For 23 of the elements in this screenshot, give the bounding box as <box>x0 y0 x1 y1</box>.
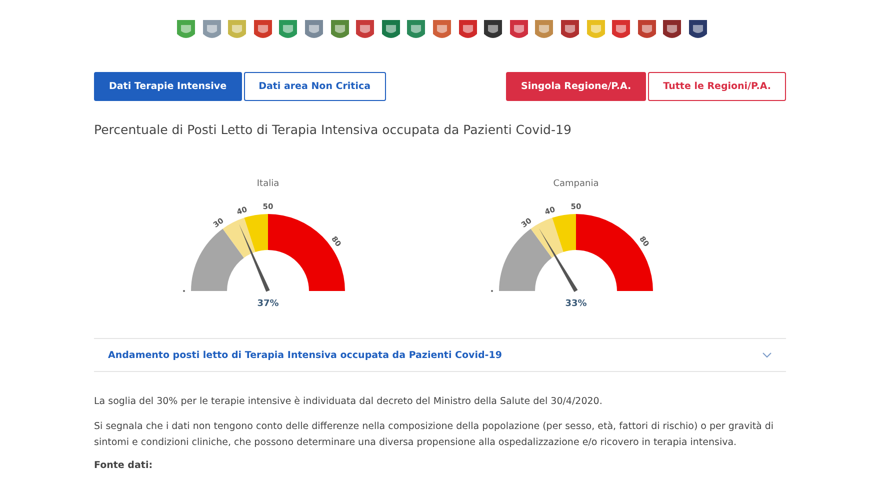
note-paragraph: Si segnala che i dati non tengono conto delle differenze nella composizione della popolazione (per sesso, età, fattori di rischio) o per gravità di sintomi e condizioni cliniche, che possono determinare una diversa propensione alla ospedalizzazione e/o ricovero in terapia intensiva. <box>94 420 775 450</box>
crest-icon[interactable] <box>688 19 708 41</box>
scope-tab[interactable]: Singola Regione/P.A. <box>506 72 646 101</box>
crest-icon[interactable] <box>662 19 682 41</box>
gauge-needle <box>239 224 270 292</box>
zero-tick <box>183 290 185 292</box>
gauge-title: Campania <box>553 179 599 189</box>
source-label: Fonte dati: <box>94 460 154 471</box>
scope-tab[interactable]: Tutte le Regioni/P.A. <box>648 72 786 101</box>
accordion-header[interactable]: Andamento posti letto di Terapia Intensiva occupata da Pazienti Covid-19 <box>94 338 786 372</box>
crest-icon[interactable] <box>483 19 504 41</box>
note-paragraph: La soglia del 30% per le terapie intensive è individuata dal decreto del Ministro della Salute del 30/4/2020. <box>94 395 604 409</box>
gauge-value: 37% <box>257 299 279 309</box>
data-tab[interactable]: Dati area Non Critica <box>244 72 386 101</box>
accordion-title: Andamento posti letto di Terapia Intensiva occupata da Pazienti Covid-19 <box>108 350 502 360</box>
crest-icon[interactable] <box>380 19 401 41</box>
data-tab[interactable]: Dati Terapie Intensive <box>94 72 242 101</box>
gauge-title: Italia <box>256 179 280 189</box>
crest-icon[interactable] <box>560 19 580 41</box>
zero-tick <box>491 290 493 292</box>
gauge-value: 33% <box>565 299 587 309</box>
gauge-needle <box>538 228 578 292</box>
section-heading: Percentuale di Posti Letto di Terapia Intensiva occupata da Pazienti Covid-19 <box>94 122 572 137</box>
